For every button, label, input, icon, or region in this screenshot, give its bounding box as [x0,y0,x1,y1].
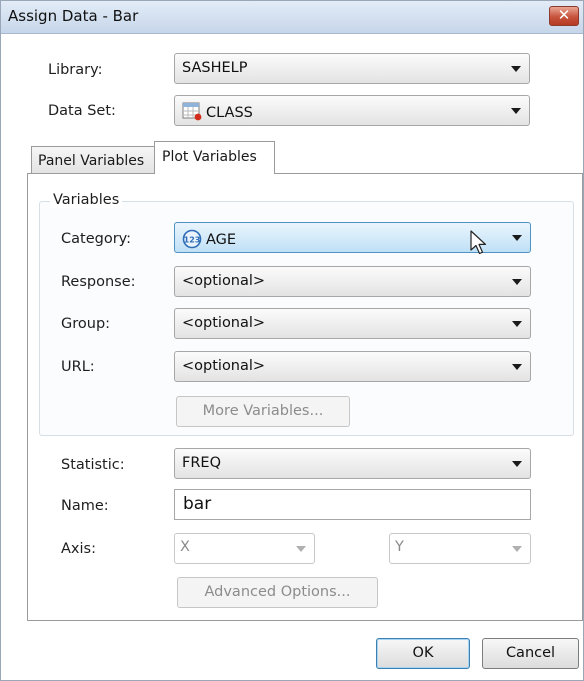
advanced-options-button[interactable]: Advanced Options... [177,577,378,608]
chevron-down-icon [512,364,522,370]
dataset-dropdown[interactable]: CLASS [174,95,530,126]
name-value: bar [183,494,212,514]
plot-variables-panel: Variables Category: 123 AGE Response: <o… [27,173,583,621]
advanced-options-label: Advanced Options... [204,584,351,600]
mouse-pointer-icon [470,230,487,255]
dataset-value: CLASS [206,105,253,121]
chevron-down-icon [512,546,522,552]
close-button[interactable]: ✕ [549,6,579,26]
chevron-down-icon [512,279,522,285]
chevron-down-icon [296,546,306,552]
axis-y-dropdown[interactable]: Y [389,533,531,564]
assign-data-dialog: Assign Data - Bar ✕ Library: SASHELP Dat… [0,0,584,681]
statistic-label: Statistic: [61,457,125,473]
more-variables-button[interactable]: More Variables... [176,396,350,427]
title-bar[interactable]: Assign Data - Bar ✕ [1,1,583,34]
tab-panel-variables-label: Panel Variables [38,153,145,169]
url-dropdown[interactable]: <optional> [174,351,531,382]
variables-group-title: Variables [50,192,123,208]
chevron-down-icon [512,461,522,467]
statistic-value: FREQ [182,455,221,471]
ok-button[interactable]: OK [376,638,470,669]
statistic-dropdown[interactable]: FREQ [174,448,531,479]
response-value: <optional> [182,273,266,289]
url-value: <optional> [182,358,266,374]
tab-panel-variables[interactable]: Panel Variables [31,146,155,173]
window-title: Assign Data - Bar [8,7,139,25]
table-icon [182,102,202,121]
library-label: Library: [48,62,103,78]
group-value: <optional> [182,315,266,331]
url-label: URL: [61,359,95,375]
dataset-label: Data Set: [48,103,116,119]
chevron-down-icon [512,235,522,241]
close-icon: ✕ [557,6,571,24]
group-dropdown[interactable]: <optional> [174,308,531,339]
response-label: Response: [61,274,136,290]
cancel-button[interactable]: Cancel [482,638,579,669]
axis-label: Axis: [61,541,96,557]
response-dropdown[interactable]: <optional> [174,266,531,297]
chevron-down-icon [512,321,522,327]
svg-text:123: 123 [184,236,201,245]
axis-x-dropdown[interactable]: X [174,533,315,564]
tab-plot-variables[interactable]: Plot Variables [154,141,275,174]
chevron-down-icon [511,108,521,114]
category-value: AGE [206,232,237,248]
library-value: SASHELP [182,60,248,76]
group-label: Group: [61,316,111,332]
axis-y-value: Y [395,539,404,555]
more-variables-label: More Variables... [202,403,324,419]
ok-label: OK [412,645,434,661]
axis-x-value: X [180,539,190,555]
name-label: Name: [61,498,109,514]
name-field[interactable]: bar [174,489,531,520]
cancel-label: Cancel [505,645,556,661]
tab-plot-variables-label: Plot Variables [162,149,257,165]
category-label: Category: [61,231,132,247]
numeric-123-icon: 123 [182,229,202,249]
chevron-down-icon [511,66,521,72]
library-dropdown[interactable]: SASHELP [174,53,530,84]
